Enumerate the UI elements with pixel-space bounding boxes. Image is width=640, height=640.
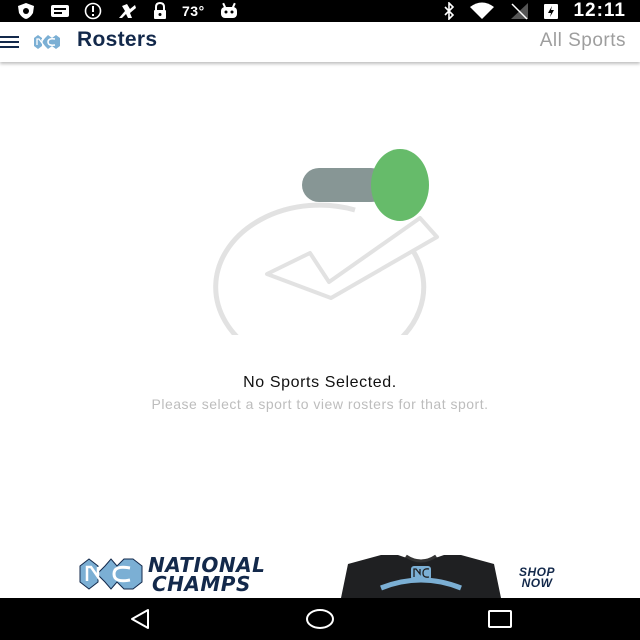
message-icon xyxy=(51,5,69,17)
empty-state-message: Please select a sport to view rosters fo… xyxy=(151,396,489,412)
clock: 12:11 xyxy=(573,0,626,21)
home-icon[interactable] xyxy=(300,606,340,632)
recents-icon[interactable] xyxy=(480,606,520,632)
ad-cta-line2: NOW xyxy=(521,576,553,590)
ad-headline: NATIONAL CHAMPS xyxy=(148,555,338,596)
lock-icon xyxy=(154,2,166,19)
android-icon xyxy=(220,2,237,18)
back-icon[interactable] xyxy=(120,606,160,632)
battery-charging-icon xyxy=(544,4,559,19)
unc-nc-logo-icon xyxy=(79,558,143,590)
toggle-checkmark-icon xyxy=(213,149,439,335)
temperature-label: 73° xyxy=(182,3,205,19)
unc-nc-logo-icon xyxy=(34,35,60,49)
system-nav-bar xyxy=(0,598,640,640)
wifi-icon xyxy=(470,2,495,19)
champions-shirt-image xyxy=(341,554,501,598)
fan-icon xyxy=(119,4,136,18)
bluetooth-icon xyxy=(444,2,455,20)
ad-banner[interactable]: NATIONAL CHAMPS SHOP NOW xyxy=(0,550,640,598)
hamburger-menu-icon[interactable] xyxy=(0,33,20,51)
app-bar: Rosters All Sports xyxy=(0,22,640,62)
page-title: Rosters xyxy=(77,28,158,51)
ad-headline-line2: CHAMPS xyxy=(152,572,251,596)
status-bar: 73° 12:11 xyxy=(0,0,640,22)
alert-icon xyxy=(84,2,102,20)
sport-selector[interactable]: All Sports xyxy=(540,30,626,52)
empty-state-title: No Sports Selected. xyxy=(243,374,397,391)
no-signal-icon xyxy=(511,3,529,20)
shop-now-cta[interactable]: SHOP NOW xyxy=(506,566,568,590)
shield-icon xyxy=(18,3,34,19)
